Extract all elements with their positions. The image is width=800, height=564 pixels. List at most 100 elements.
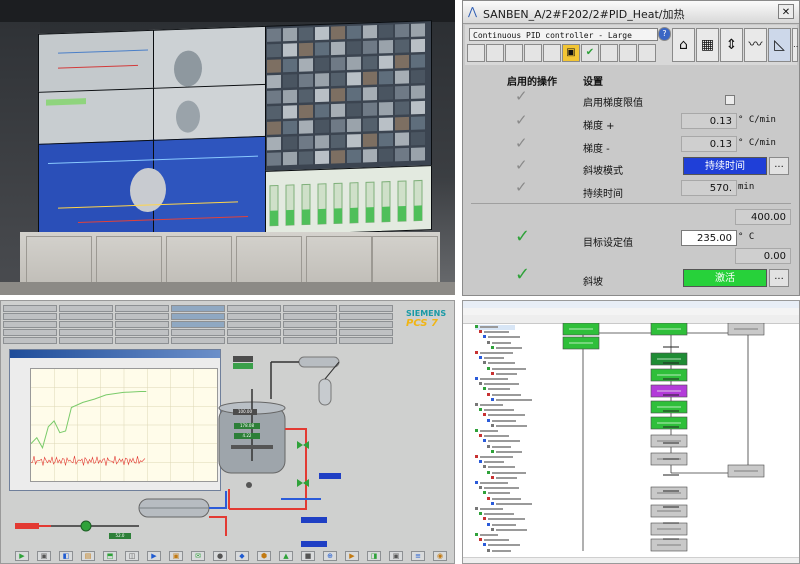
- area-nav-cell[interactable]: [3, 337, 57, 344]
- area-nav-cell[interactable]: [115, 337, 169, 344]
- nav-button-icon[interactable]: ▶: [147, 551, 161, 561]
- batch-fill: [382, 206, 390, 222]
- area-nav-cell[interactable]: [59, 313, 113, 320]
- camera-tile: [379, 55, 393, 69]
- ramp-more-button[interactable]: ...: [769, 269, 789, 287]
- area-nav-cell[interactable]: [171, 337, 225, 344]
- nav-button-icon[interactable]: ◧: [59, 551, 73, 561]
- nav-button-icon[interactable]: ▤: [81, 551, 95, 561]
- area-nav-cell[interactable]: [227, 329, 281, 336]
- gradient-minus-value[interactable]: 0.13: [681, 136, 737, 152]
- lock-icon[interactable]: ▣: [562, 44, 580, 62]
- area-nav-cell[interactable]: [3, 321, 57, 328]
- nav-button-icon[interactable]: ●: [213, 551, 227, 561]
- nav-button-icon[interactable]: ▣: [389, 551, 403, 561]
- area-nav-cell[interactable]: [227, 321, 281, 328]
- app-logo-icon: ⋀: [468, 5, 478, 18]
- area-nav-cell[interactable]: [115, 329, 169, 336]
- toolbar-button-4[interactable]: [524, 44, 542, 62]
- nav-button-icon[interactable]: ■: [301, 551, 315, 561]
- area-nav-cell[interactable]: [115, 305, 169, 312]
- nav-button-icon[interactable]: ▣: [37, 551, 51, 561]
- camera-tile: [395, 132, 409, 146]
- setpoint-value[interactable]: 235.00: [681, 230, 737, 246]
- area-nav-cell[interactable]: [171, 329, 225, 336]
- more-views-icon[interactable]: …: [792, 28, 799, 62]
- area-nav-cell[interactable]: [171, 305, 225, 312]
- toolbar-button-10[interactable]: [638, 44, 656, 62]
- area-nav-cell[interactable]: [339, 321, 393, 328]
- ramp-mode-more-button[interactable]: ...: [769, 157, 789, 175]
- tree-item-label: [496, 346, 522, 349]
- area-nav-cell[interactable]: [59, 305, 113, 312]
- area-nav-cell[interactable]: [339, 337, 393, 344]
- tree-node-icon: [479, 330, 482, 334]
- tree-item-label: [484, 331, 509, 334]
- area-nav-cell[interactable]: [3, 313, 57, 320]
- trend-icon[interactable]: 〰: [744, 28, 767, 62]
- area-nav-cell[interactable]: [339, 313, 393, 320]
- tree-item-label: [484, 461, 504, 464]
- close-button[interactable]: ✕: [778, 4, 794, 19]
- toolbar-button-5[interactable]: [543, 44, 561, 62]
- toolbar-button-1[interactable]: [467, 44, 485, 62]
- setpoint-label: 目标设定值: [583, 238, 633, 249]
- gradient-plus-value[interactable]: 0.13: [681, 113, 737, 129]
- tree-item-label: [484, 357, 504, 360]
- nav-button-icon[interactable]: ▶: [345, 551, 359, 561]
- area-nav-cell[interactable]: [283, 321, 337, 328]
- toolbar-button-9[interactable]: [619, 44, 637, 62]
- gradient-limit-checkbox[interactable]: [725, 95, 735, 105]
- nav-button-icon[interactable]: ◆: [235, 551, 249, 561]
- nav-button-icon[interactable]: ▲: [279, 551, 293, 561]
- toolbar-button-2[interactable]: [486, 44, 504, 62]
- area-nav-cell[interactable]: [59, 329, 113, 336]
- area-nav-cell[interactable]: [283, 313, 337, 320]
- area-nav-cell[interactable]: [3, 329, 57, 336]
- trend-noise-line: [31, 455, 146, 466]
- tree-node-icon: [487, 340, 490, 344]
- area-nav-cell[interactable]: [171, 313, 225, 320]
- camera-tile: [363, 87, 377, 101]
- area-nav-cell[interactable]: [283, 329, 337, 336]
- area-nav-cell[interactable]: [227, 305, 281, 312]
- toolbar-button-3[interactable]: [505, 44, 523, 62]
- area-nav-cell[interactable]: [283, 337, 337, 344]
- ramp-mode-button[interactable]: 持续时间: [683, 157, 767, 175]
- faceplate-view-icon[interactable]: ▦: [696, 28, 719, 62]
- nav-button-icon[interactable]: ≡: [411, 551, 425, 561]
- area-nav-cell[interactable]: [115, 313, 169, 320]
- area-nav-cell[interactable]: [227, 313, 281, 320]
- nav-button-icon[interactable]: ✉: [191, 551, 205, 561]
- help-icon[interactable]: ?: [658, 27, 671, 41]
- area-nav-cell[interactable]: [59, 337, 113, 344]
- duration-value[interactable]: 570.: [681, 180, 737, 196]
- area-nav-cell[interactable]: [59, 321, 113, 328]
- area-nav-cell[interactable]: [3, 305, 57, 312]
- camera-tile: [379, 117, 393, 131]
- area-nav-cell[interactable]: [115, 321, 169, 328]
- area-nav-cell[interactable]: [171, 321, 225, 328]
- tree-item[interactable]: [487, 548, 551, 554]
- nav-button-icon[interactable]: ◨: [367, 551, 381, 561]
- home-icon[interactable]: ⌂: [672, 28, 695, 62]
- check-icon[interactable]: ✔: [581, 44, 599, 62]
- tree-node-icon: [475, 377, 478, 380]
- nav-button-icon[interactable]: ◫: [125, 551, 139, 561]
- nav-button-icon[interactable]: ▣: [169, 551, 183, 561]
- toolbar-button-8[interactable]: [600, 44, 618, 62]
- area-nav-cell[interactable]: [339, 305, 393, 312]
- area-nav-cell[interactable]: [283, 305, 337, 312]
- parameter-icon[interactable]: ⇕: [720, 28, 743, 62]
- ramp-view-icon[interactable]: ◺: [768, 28, 791, 62]
- nav-button-icon[interactable]: ◉: [433, 551, 447, 561]
- ramp-activate-button[interactable]: 激活: [683, 269, 767, 287]
- nav-button-icon[interactable]: ⊕: [323, 551, 337, 561]
- nav-button-icon[interactable]: ▶: [15, 551, 29, 561]
- nav-button-icon[interactable]: ⬢: [257, 551, 271, 561]
- tree-item-label: [492, 445, 511, 448]
- gradient-plus-unit: ° C/min: [738, 115, 776, 125]
- area-nav-cell[interactable]: [339, 329, 393, 336]
- nav-button-icon[interactable]: ⬒: [103, 551, 117, 561]
- area-nav-cell[interactable]: [227, 337, 281, 344]
